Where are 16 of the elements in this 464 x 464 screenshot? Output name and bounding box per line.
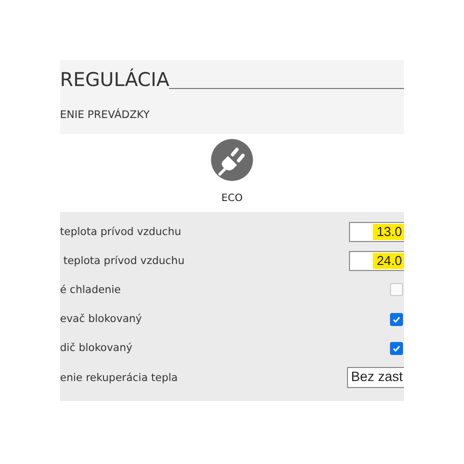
setting-label: dič blokovaný: [60, 342, 132, 354]
dropdown[interactable]: Bez zast: [347, 367, 404, 388]
input-field[interactable]: 24.0: [349, 250, 404, 271]
checkbox[interactable]: [390, 342, 403, 355]
section-title: REGULÁCIA: [60, 68, 170, 92]
setting-label: é chladenie: [60, 284, 121, 296]
setting-label: evač blokovaný: [60, 313, 142, 326]
mode-label: ECO: [221, 193, 243, 204]
input-field[interactable]: 13.0: [349, 222, 404, 242]
setting-label: teplota prívod vzduchu: [62, 254, 184, 267]
checkbox[interactable]: [390, 312, 403, 326]
setting-label: enie rekuperácia tepla: [60, 372, 178, 384]
section-subtitle: ENIE PREVÁDZKY: [60, 109, 151, 121]
checkbox[interactable]: [390, 283, 403, 296]
plug-icon[interactable]: [211, 139, 253, 181]
setting-label: teplota prívod vzduchu: [60, 226, 182, 238]
